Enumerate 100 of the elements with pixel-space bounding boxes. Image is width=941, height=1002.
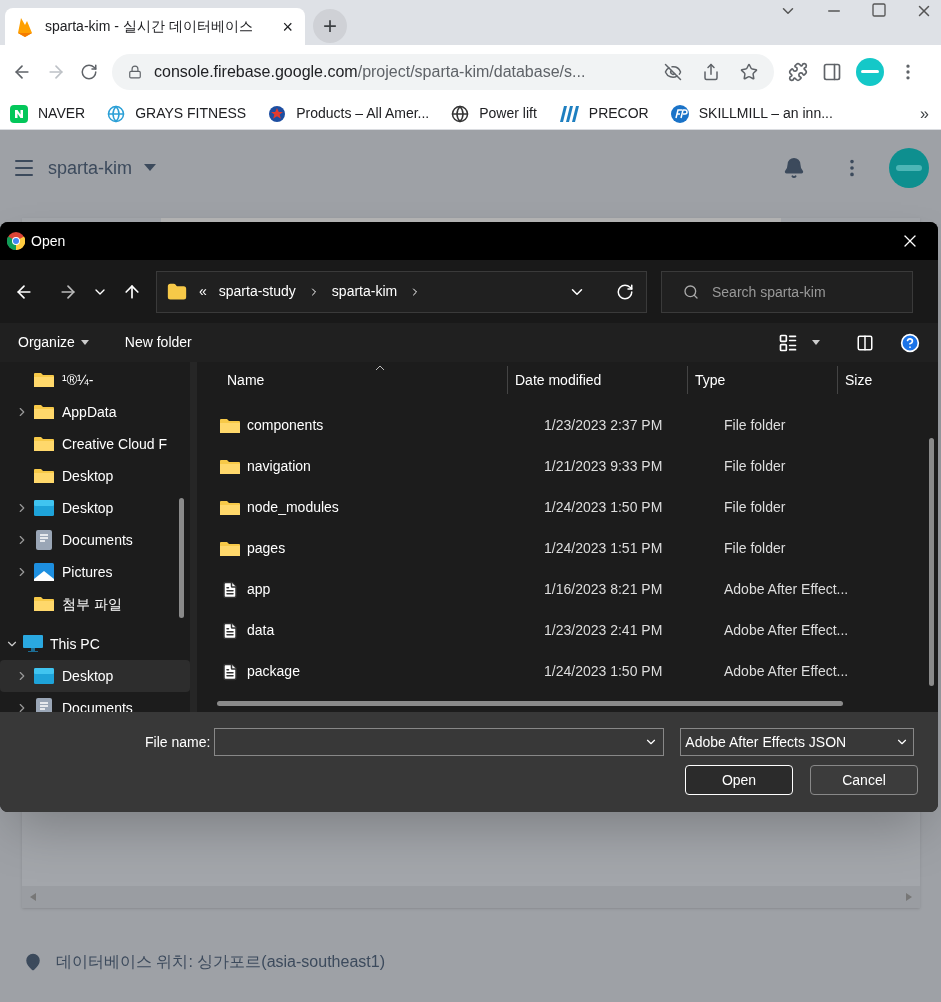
organize-button[interactable]: Organize [18, 332, 89, 353]
file-row[interactable]: components 1/23/2023 2:37 PM File folder [197, 405, 938, 446]
eye-off-icon[interactable] [664, 62, 682, 81]
navigation-item[interactable]: ¹®¼- [0, 364, 190, 396]
bookmark[interactable]: NAVER [10, 103, 86, 124]
maximize-icon[interactable] [871, 2, 887, 18]
more-bookmarks-button[interactable]: » [920, 101, 929, 126]
tab-title: sparta-kim - 실시간 데이터베이스 [45, 17, 254, 36]
bookmark[interactable]: PRECOR [558, 103, 649, 124]
dialog-title: Open [31, 231, 66, 251]
navigation-item[interactable]: 첨부 파일 [0, 588, 190, 620]
folder-icon [34, 436, 54, 452]
file-name-field[interactable] [214, 728, 665, 756]
breadcrumb[interactable]: sparta-kim [331, 281, 398, 302]
file-row[interactable]: app 1/16/2023 8:21 PM Adobe After Effect... [197, 569, 938, 610]
fp-logo-icon [670, 104, 689, 123]
bookmark[interactable]: GRAYS FITNESS [107, 103, 247, 124]
navigation-item[interactable]: Desktop [0, 492, 190, 524]
folder-icon [220, 540, 240, 557]
navigation-item[interactable]: AppData [0, 396, 190, 428]
file-row[interactable]: data 1/23/2023 2:41 PM Adobe After Effect... [197, 610, 938, 651]
column-header[interactable]: Size [837, 366, 873, 394]
bookmark-star-icon[interactable] [740, 62, 758, 81]
project-name[interactable]: sparta-kim [48, 154, 132, 182]
folder-icon [34, 596, 54, 612]
folder-icon [34, 468, 54, 484]
monitor-icon [23, 635, 43, 653]
browser-tab[interactable]: sparta-kim - 실시간 데이터베이스 × [5, 8, 305, 45]
breadcrumb[interactable]: sparta-study [218, 281, 296, 302]
help-icon[interactable] [900, 332, 920, 353]
tab-close-button[interactable]: × [282, 17, 293, 36]
globe-icon [107, 104, 126, 123]
navigation-item[interactable]: Creative Cloud F [0, 428, 190, 460]
bookmark[interactable]: Power lift [451, 103, 537, 124]
dropdown-icon[interactable] [812, 340, 820, 345]
location-pin-icon [24, 953, 42, 971]
item-label: ¹®¼- [62, 370, 94, 390]
search-field[interactable]: Search sparta-kim [661, 270, 913, 313]
file-icon [221, 621, 239, 640]
extensions-icon[interactable] [788, 61, 808, 82]
document-icon [36, 698, 52, 712]
new-tab-button[interactable]: + [313, 9, 347, 43]
address-bar[interactable]: console.firebase.google.com/project/sparta-kim/database/s... [112, 53, 774, 90]
navigation-item[interactable]: Documents [0, 524, 190, 556]
n-logo-icon [10, 104, 28, 123]
preview-pane-icon[interactable] [856, 333, 874, 352]
horizontal-scrollbar[interactable] [217, 701, 843, 706]
file-row[interactable]: pages 1/24/2023 1:51 PM File folder [197, 528, 938, 569]
column-header[interactable]: Type [687, 366, 837, 394]
flame-icon [17, 16, 33, 37]
bookmark[interactable]: SKILLMILL – an inn... [670, 103, 833, 124]
database-location: 데이터베이스 위치: 싱가포르(asia-southeast1) [56, 952, 385, 972]
item-label: Documents [62, 698, 133, 712]
folder-icon [220, 499, 240, 516]
vertical-scrollbar[interactable] [929, 438, 934, 686]
scrollbar[interactable] [179, 498, 184, 618]
lock-icon [128, 64, 142, 79]
search-icon [683, 283, 699, 300]
item-label: 첨부 파일 [62, 594, 122, 614]
file-row[interactable]: navigation 1/21/2023 9:33 PM File folder [197, 446, 938, 487]
breadcrumb[interactable]: « [199, 281, 207, 302]
reload-icon[interactable] [80, 62, 98, 81]
file-row[interactable]: node_modules 1/24/2023 1:50 PM File folder [197, 487, 938, 528]
item-label: Creative Cloud F [62, 434, 168, 454]
share-icon[interactable] [702, 62, 720, 81]
item-label: Desktop [62, 466, 114, 486]
side-panel-icon[interactable] [822, 61, 842, 82]
item-label: Documents [62, 530, 133, 550]
view-list-icon[interactable] [778, 332, 798, 353]
item-label: Pictures [62, 562, 113, 582]
url-text: console.firebase.google.com/project/sparta-kim/database/s... [154, 61, 587, 82]
column-header[interactable]: Date modified [507, 366, 687, 394]
column-header[interactable]: Name [197, 369, 507, 391]
caret-icon [80, 340, 89, 345]
navigation-item[interactable]: Desktop [0, 460, 190, 492]
open-button[interactable]: Open [685, 765, 793, 795]
file-icon [221, 662, 239, 681]
picture-icon [34, 563, 54, 581]
folder-icon [167, 281, 187, 302]
new-folder-button[interactable]: New folder [124, 332, 192, 353]
folder-icon [34, 404, 54, 420]
bookmark[interactable]: Products – All Amer... [268, 103, 430, 124]
path-bar[interactable]: « sparta-study sparta-kim [156, 270, 647, 313]
item-label: Desktop [62, 666, 114, 686]
notification-icon[interactable] [783, 157, 805, 179]
file-type-dropdown[interactable]: Adobe After Effects JSON [680, 728, 915, 756]
folder-icon [220, 458, 240, 475]
globe-icon [451, 104, 470, 123]
cancel-button[interactable]: Cancel [810, 765, 918, 795]
file-row[interactable]: package 1/24/2023 1:50 PM Adobe After Effect... [197, 651, 938, 692]
navigation-item[interactable]: Desktop [0, 660, 190, 692]
stripes-icon [558, 104, 579, 123]
sort-indicator-icon [375, 365, 385, 371]
file-name-label: File name: [145, 732, 211, 752]
chrome-logo-icon [7, 232, 25, 250]
navigation-item[interactable]: This PC [0, 628, 190, 660]
desktop-icon [34, 500, 54, 516]
navigation-item[interactable]: Pictures [0, 556, 190, 588]
folder-icon [220, 417, 240, 434]
refresh-icon[interactable] [616, 282, 634, 301]
